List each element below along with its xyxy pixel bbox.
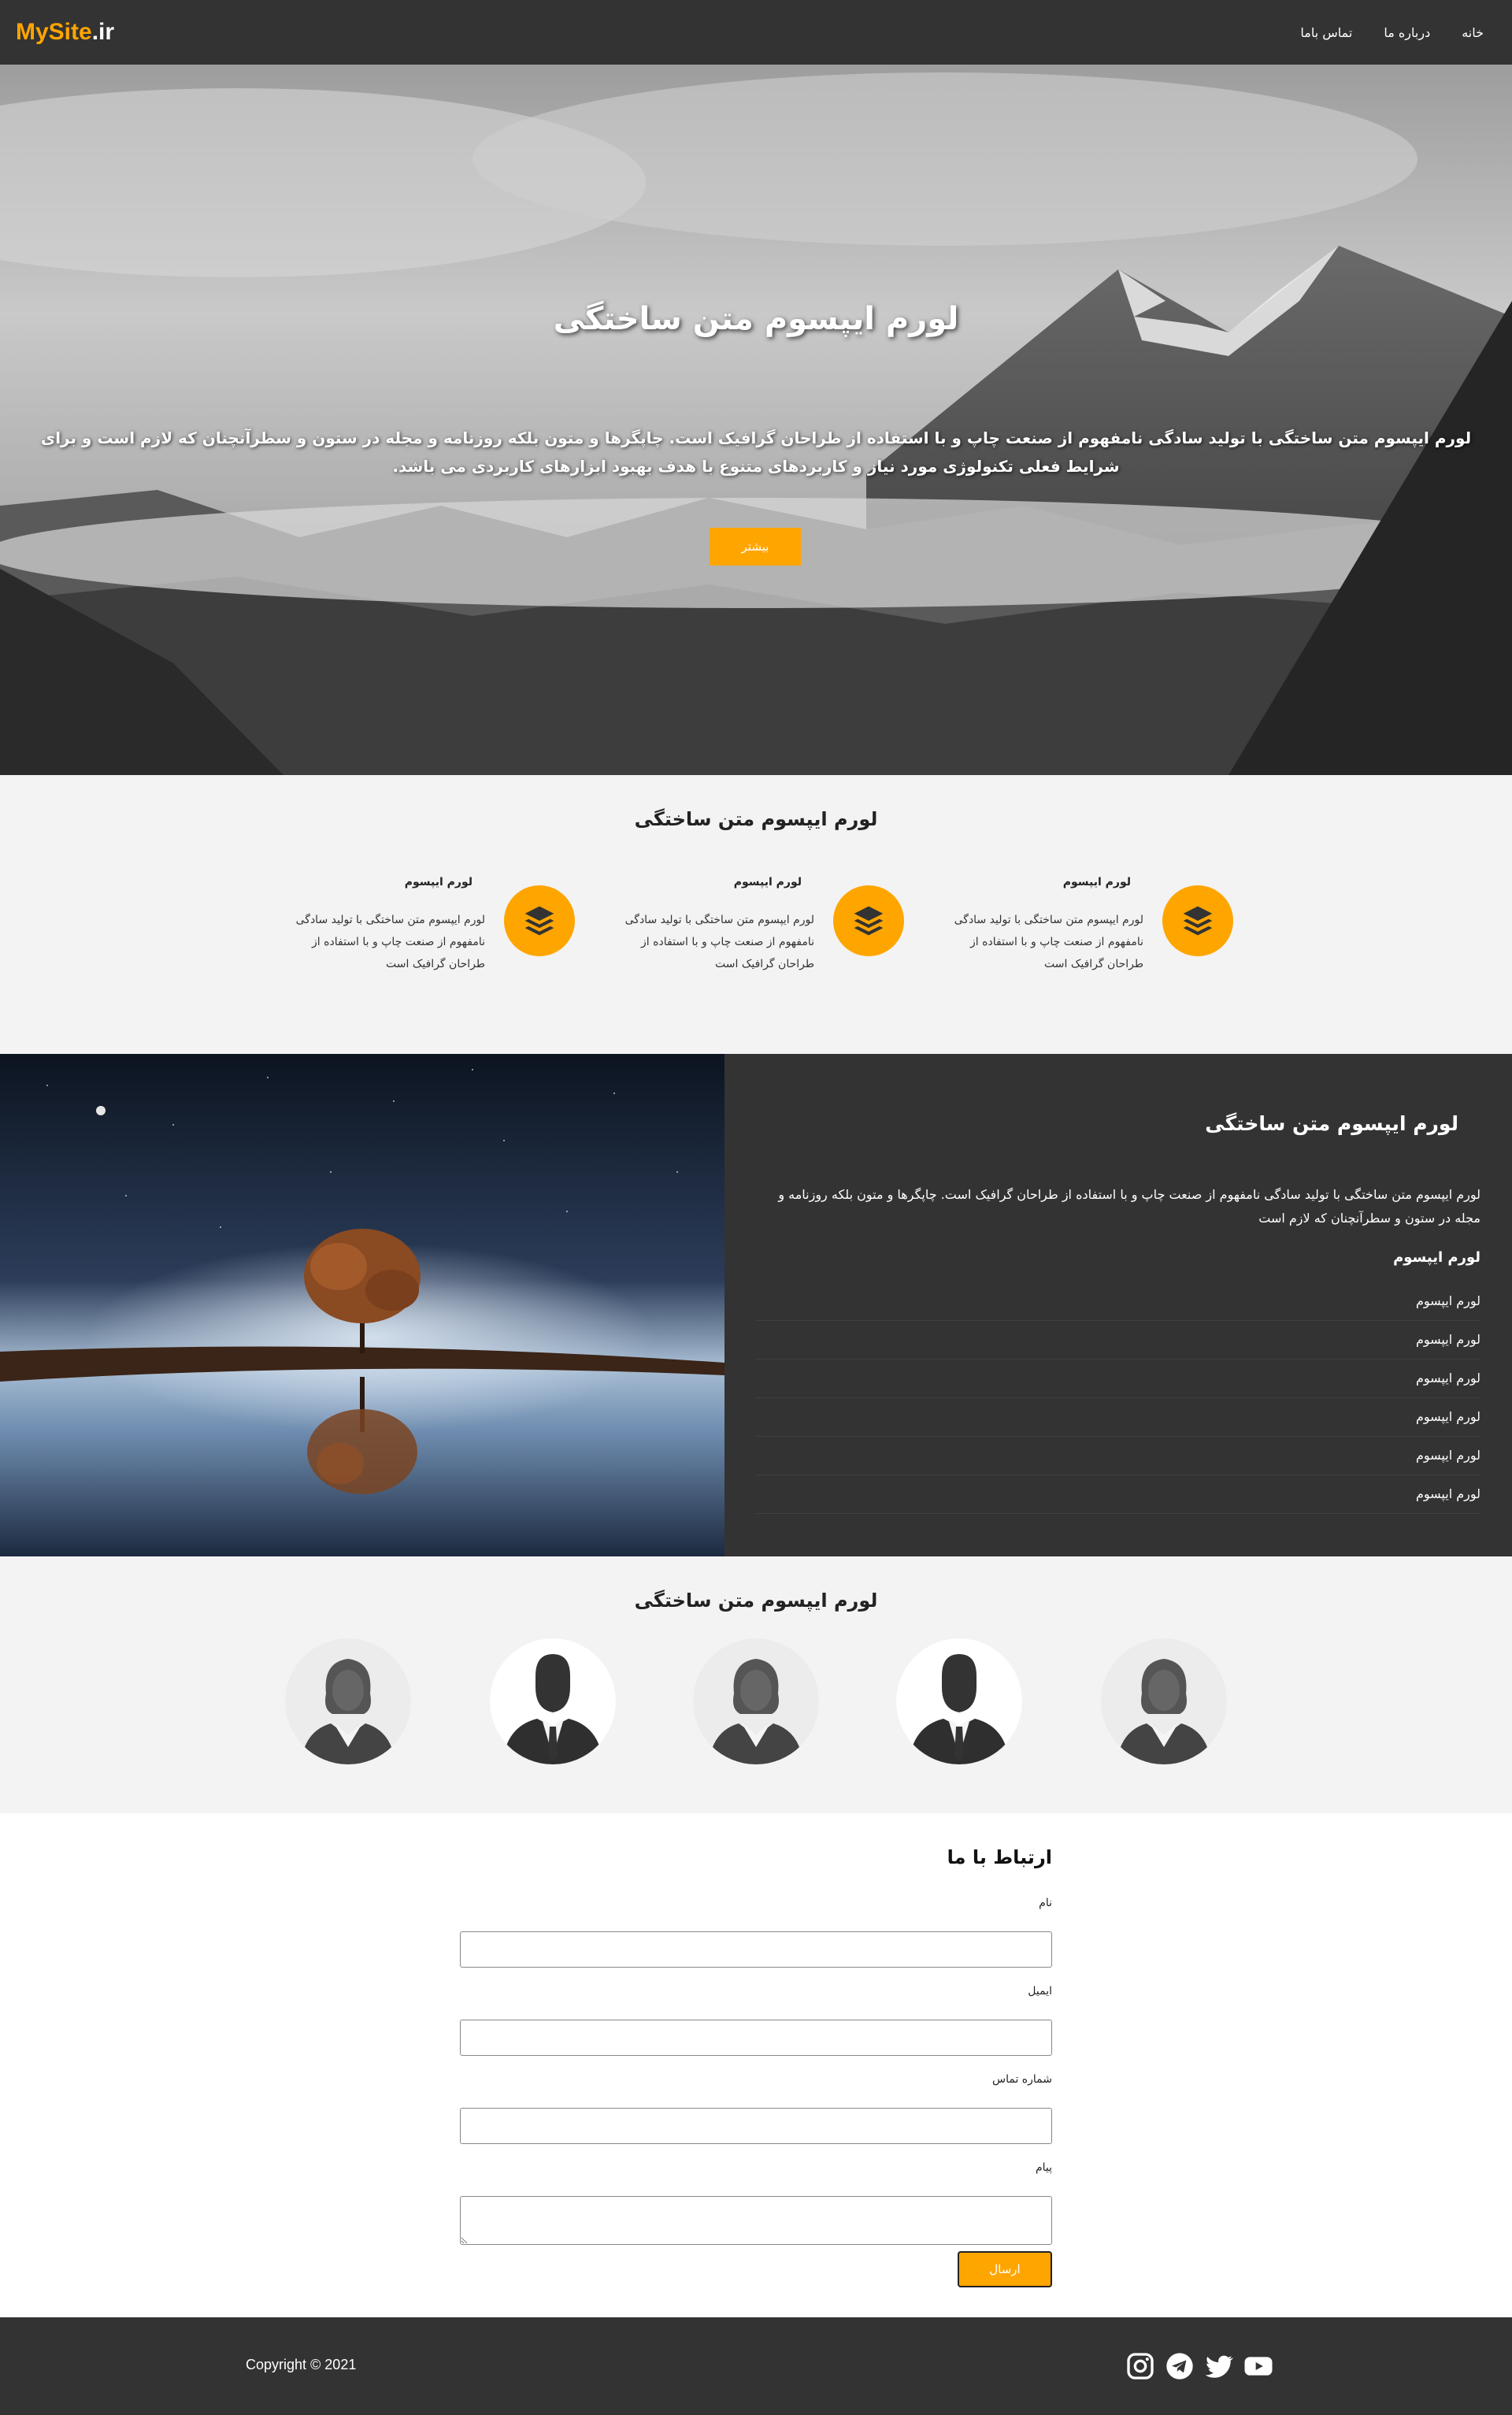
layers-icon xyxy=(524,906,554,936)
list-item: لورم ایپسوم xyxy=(756,1321,1480,1360)
instagram-icon[interactable] xyxy=(1125,2350,1156,2382)
hero-title: لورم ایپسوم متن ساختگی xyxy=(553,301,959,337)
list-item: لورم ایپسوم xyxy=(756,1475,1480,1514)
service-item: لورم ایپسوم لورم ایپسوم متن ساختگی با تو… xyxy=(918,876,1233,996)
about-section: لورم ایپسوم متن ساختگی لورم ایپسوم متن س… xyxy=(0,1054,1512,1556)
service-text: لورم ایپسوم متن ساختگی با تولید سادگی نا… xyxy=(295,914,485,970)
social-links xyxy=(1125,2350,1274,2382)
footer: Copyright © 2021 xyxy=(0,2317,1512,2415)
hero-text: لورم ایپسوم متن ساختگی با تولید سادگی نا… xyxy=(40,428,1472,476)
service-item: لورم ایپسوم لورم ایپسوم متن ساختگی با تو… xyxy=(260,876,575,996)
about-text-panel: لورم ایپسوم متن ساختگی لورم ایپسوم متن س… xyxy=(724,1054,1512,1556)
tree-night-image xyxy=(0,1054,724,1556)
telegram-icon[interactable] xyxy=(1164,2350,1195,2382)
youtube-icon[interactable] xyxy=(1243,2350,1274,2382)
nav-link-about[interactable]: درباره ما xyxy=(1384,25,1430,40)
service-title: لورم ایپسوم xyxy=(733,876,802,888)
service-icon-circle xyxy=(833,885,904,956)
service-text: لورم ایپسوم متن ساختگی با تولید سادگی نا… xyxy=(954,914,1143,970)
copyright-text: Copyright © 2021 xyxy=(246,2357,357,2372)
team-title: لورم ایپسوم متن ساختگی xyxy=(634,1590,878,1612)
about-subtitle: لورم ایپسوم xyxy=(1393,1249,1480,1266)
twitter-icon[interactable] xyxy=(1203,2350,1235,2382)
list-item: لورم ایپسوم xyxy=(756,1398,1480,1437)
email-field[interactable] xyxy=(460,2020,1052,2056)
about-list: لورم ایپسوم لورم ایپسوم لورم ایپسوم لورم… xyxy=(756,1282,1480,1514)
hero-section: لورم ایپسوم متن ساختگی لورم ایپسوم متن س… xyxy=(0,65,1512,775)
name-label: نام xyxy=(1039,1897,1052,1909)
service-text: لورم ایپسوم متن ساختگی با تولید سادگی نا… xyxy=(624,914,814,970)
nav-link-home[interactable]: خانه xyxy=(1462,25,1484,40)
message-field[interactable] xyxy=(460,2196,1052,2245)
team-section: لورم ایپسوم متن ساختگی xyxy=(0,1556,1512,1813)
send-button[interactable]: ارسال xyxy=(958,2251,1052,2287)
services-section: لورم ایپسوم متن ساختگی لورم ایپسوم لورم … xyxy=(0,775,1512,1054)
more-button[interactable]: بیشتر xyxy=(710,528,801,566)
nav-link-contact[interactable]: تماس باما xyxy=(1300,25,1352,40)
contact-title: ارتباط با ما xyxy=(947,1846,1052,1868)
female-avatar xyxy=(1101,1638,1227,1764)
nav-links: خانه درباره ما تماس باما xyxy=(1300,25,1484,40)
service-icon-circle xyxy=(1162,885,1233,956)
hero-content: لورم ایپسوم متن ساختگی لورم ایپسوم متن س… xyxy=(0,65,1512,775)
name-field[interactable] xyxy=(460,1931,1052,1968)
layers-icon xyxy=(854,906,884,936)
about-text: لورم ایپسوم متن ساختگی با تولید سادگی نا… xyxy=(778,1187,1480,1226)
phone-label: شماره تماس xyxy=(992,2073,1052,2086)
phone-field[interactable] xyxy=(460,2108,1052,2144)
layers-icon xyxy=(1183,906,1213,936)
service-item: لورم ایپسوم لورم ایپسوم متن ساختگی با تو… xyxy=(589,876,904,996)
service-title: لورم ایپسوم xyxy=(1062,876,1131,888)
message-label: پیام xyxy=(1035,2161,1052,2174)
list-item: لورم ایپسوم xyxy=(756,1437,1480,1475)
service-icon-circle xyxy=(504,885,575,956)
about-title: لورم ایپسوم متن ساختگی xyxy=(1205,1112,1458,1135)
site-logo[interactable]: MySite.ir xyxy=(16,19,114,46)
navbar: MySite.ir خانه درباره ما تماس باما xyxy=(0,0,1512,65)
female-avatar xyxy=(285,1638,411,1764)
list-item: لورم ایپسوم xyxy=(756,1360,1480,1398)
contact-section: ارتباط با ما نام ایمیل شماره تماس پیام ا… xyxy=(0,1813,1512,2317)
services-title: لورم ایپسوم متن ساختگی xyxy=(634,808,878,830)
email-label: ایمیل xyxy=(1028,1985,1052,1998)
service-title: لورم ایپسوم xyxy=(404,876,472,888)
male-avatar xyxy=(896,1638,1022,1764)
list-item: لورم ایپسوم xyxy=(756,1282,1480,1321)
male-avatar xyxy=(490,1638,616,1764)
female-avatar xyxy=(693,1638,819,1764)
